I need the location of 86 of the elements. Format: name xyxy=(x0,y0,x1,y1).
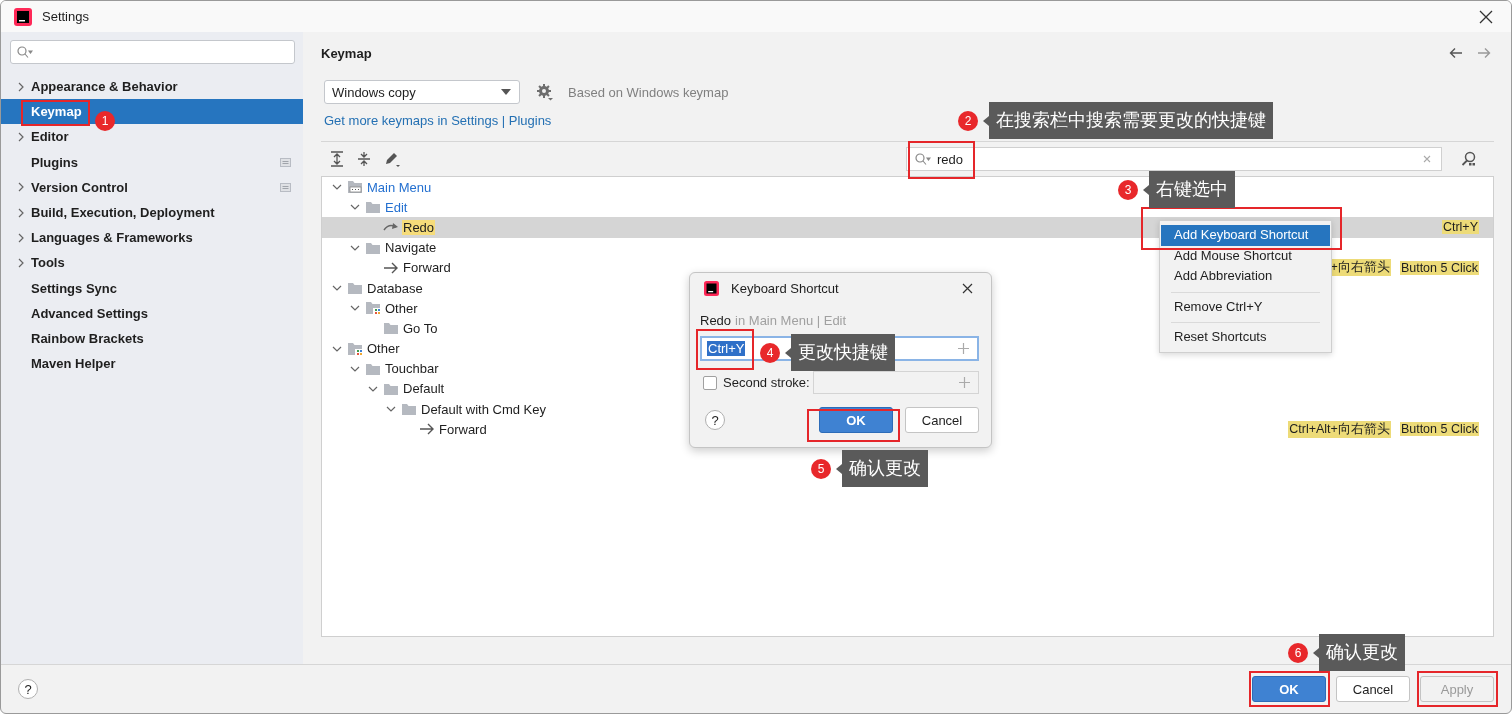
step-badge: 6 xyxy=(1288,642,1308,663)
dialog-button[interactable]: OK xyxy=(819,407,893,433)
folder-icon xyxy=(365,240,381,255)
search-field[interactable]: redo xyxy=(906,147,1442,171)
find-by-shortcut-icon[interactable] xyxy=(1461,151,1477,167)
caret-icon xyxy=(501,89,511,95)
back-arrow-icon[interactable] xyxy=(1449,47,1463,59)
folder-icon xyxy=(365,200,381,215)
menu-item[interactable]: Add Abbreviation xyxy=(1161,266,1330,287)
page-title: Keymap xyxy=(321,45,373,61)
highlight-frame xyxy=(908,141,975,179)
shortcut-chip: Ctrl+Alt+向右箭头 xyxy=(1288,420,1391,438)
dialog-title: Keyboard Shortcut xyxy=(731,280,839,296)
search-icon xyxy=(915,153,931,165)
folder-icon xyxy=(347,281,363,296)
dialog-button[interactable]: OK xyxy=(1252,676,1326,702)
plugins-link[interactable]: Get more keymaps in Settings | Plugins xyxy=(324,112,552,129)
plugin-folder-icon xyxy=(365,301,381,316)
tree-item[interactable]: Forward xyxy=(402,260,452,276)
help-button[interactable]: ? xyxy=(18,679,38,699)
shortcut-chip: Button 5 Click xyxy=(1399,260,1479,275)
folder-icon xyxy=(383,321,399,336)
close-icon[interactable] xyxy=(1479,9,1493,24)
tree-item[interactable]: Redo xyxy=(402,219,436,235)
menu-window-icon xyxy=(347,180,363,195)
plugin-folder-icon xyxy=(347,341,363,356)
search-icon xyxy=(17,46,33,58)
folder-icon xyxy=(383,381,399,396)
dialog-button[interactable]: Cancel xyxy=(905,407,979,433)
menu-item[interactable]: Add Mouse Shortcut xyxy=(1161,245,1330,266)
callout-label: 右键选中 xyxy=(1149,171,1235,208)
callout-label: 在搜索栏中搜索需要更改的快捷键 xyxy=(989,102,1273,139)
shortcut-field[interactable] xyxy=(812,371,979,394)
tree-item[interactable]: Edit xyxy=(384,199,409,215)
shortcut-chip: Ctrl+Y xyxy=(1441,220,1479,235)
menu-item[interactable]: Reset Shortcuts xyxy=(1161,327,1330,348)
based-on-text: Based on Windows keymap xyxy=(568,84,729,100)
menu-item[interactable]: Remove Ctrl+Y xyxy=(1161,296,1330,317)
sidebar-item[interactable]: Plugins xyxy=(1,149,303,175)
tree-item[interactable]: Other xyxy=(366,341,401,357)
keymap-dropdown[interactable]: Windows copy xyxy=(324,80,520,104)
action-name: Redo xyxy=(700,313,732,328)
callout-label: 确认更改 xyxy=(842,450,928,487)
tree-item[interactable]: Touchbar xyxy=(384,361,440,377)
window-title: Settings xyxy=(42,9,89,24)
tree-item[interactable]: Default with Cmd Key xyxy=(420,401,547,417)
callout-label: 更改快捷键 xyxy=(791,334,895,371)
tree-item[interactable]: Go To xyxy=(402,320,439,336)
step-badge: 2 xyxy=(958,110,978,131)
sidebar-item[interactable]: Rainbow Brackets xyxy=(1,325,303,352)
dialog-button[interactable]: Cancel xyxy=(1336,676,1410,702)
folder-icon xyxy=(401,402,417,417)
menu-item[interactable]: Add Keyboard Shortcut xyxy=(1161,225,1330,246)
checkbox[interactable] xyxy=(703,375,717,390)
folder-icon xyxy=(365,361,381,376)
app-logo-icon xyxy=(14,7,32,26)
close-icon[interactable] xyxy=(962,282,973,294)
app-logo-icon xyxy=(704,280,719,296)
tree-item[interactable]: Database xyxy=(366,280,424,296)
help-button[interactable]: ? xyxy=(705,410,725,430)
sidebar-item[interactable]: Build, Execution, Deployment xyxy=(1,199,303,226)
arrow-icon xyxy=(383,260,399,275)
gear-icon[interactable] xyxy=(536,83,554,101)
sidebar-item[interactable]: Advanced Settings xyxy=(1,300,303,326)
action-location: in Main Menu | Edit xyxy=(735,313,847,328)
expand-all-icon[interactable] xyxy=(330,151,344,167)
shortcut-chip: Button 5 Click xyxy=(1399,422,1479,437)
tree-item[interactable]: Other xyxy=(384,300,419,316)
sidebar-item[interactable]: Version Control xyxy=(1,174,303,200)
highlight-frame xyxy=(696,329,754,370)
tree-item[interactable]: Default xyxy=(402,381,446,397)
collapse-all-icon[interactable] xyxy=(357,151,371,167)
checkbox-label: Second stroke: xyxy=(723,375,810,390)
pencil-icon[interactable] xyxy=(384,151,400,167)
tree-item[interactable]: Forward xyxy=(438,421,488,437)
arrow-icon xyxy=(419,422,435,437)
tree-item[interactable]: Navigate xyxy=(384,240,438,256)
search-field[interactable] xyxy=(10,40,295,64)
sidebar-item[interactable]: Languages & Frameworks xyxy=(1,225,303,251)
callout-label: 确认更改 xyxy=(1319,634,1405,671)
sidebar-item[interactable]: Appearance & Behavior xyxy=(1,74,303,100)
highlight-frame xyxy=(21,100,90,126)
sidebar-item[interactable]: Settings Sync xyxy=(1,275,303,301)
sidebar-item[interactable]: Maven Helper xyxy=(1,351,303,377)
tree-item[interactable]: Main Menu xyxy=(366,179,433,195)
sidebar-item[interactable]: Tools xyxy=(1,250,303,276)
